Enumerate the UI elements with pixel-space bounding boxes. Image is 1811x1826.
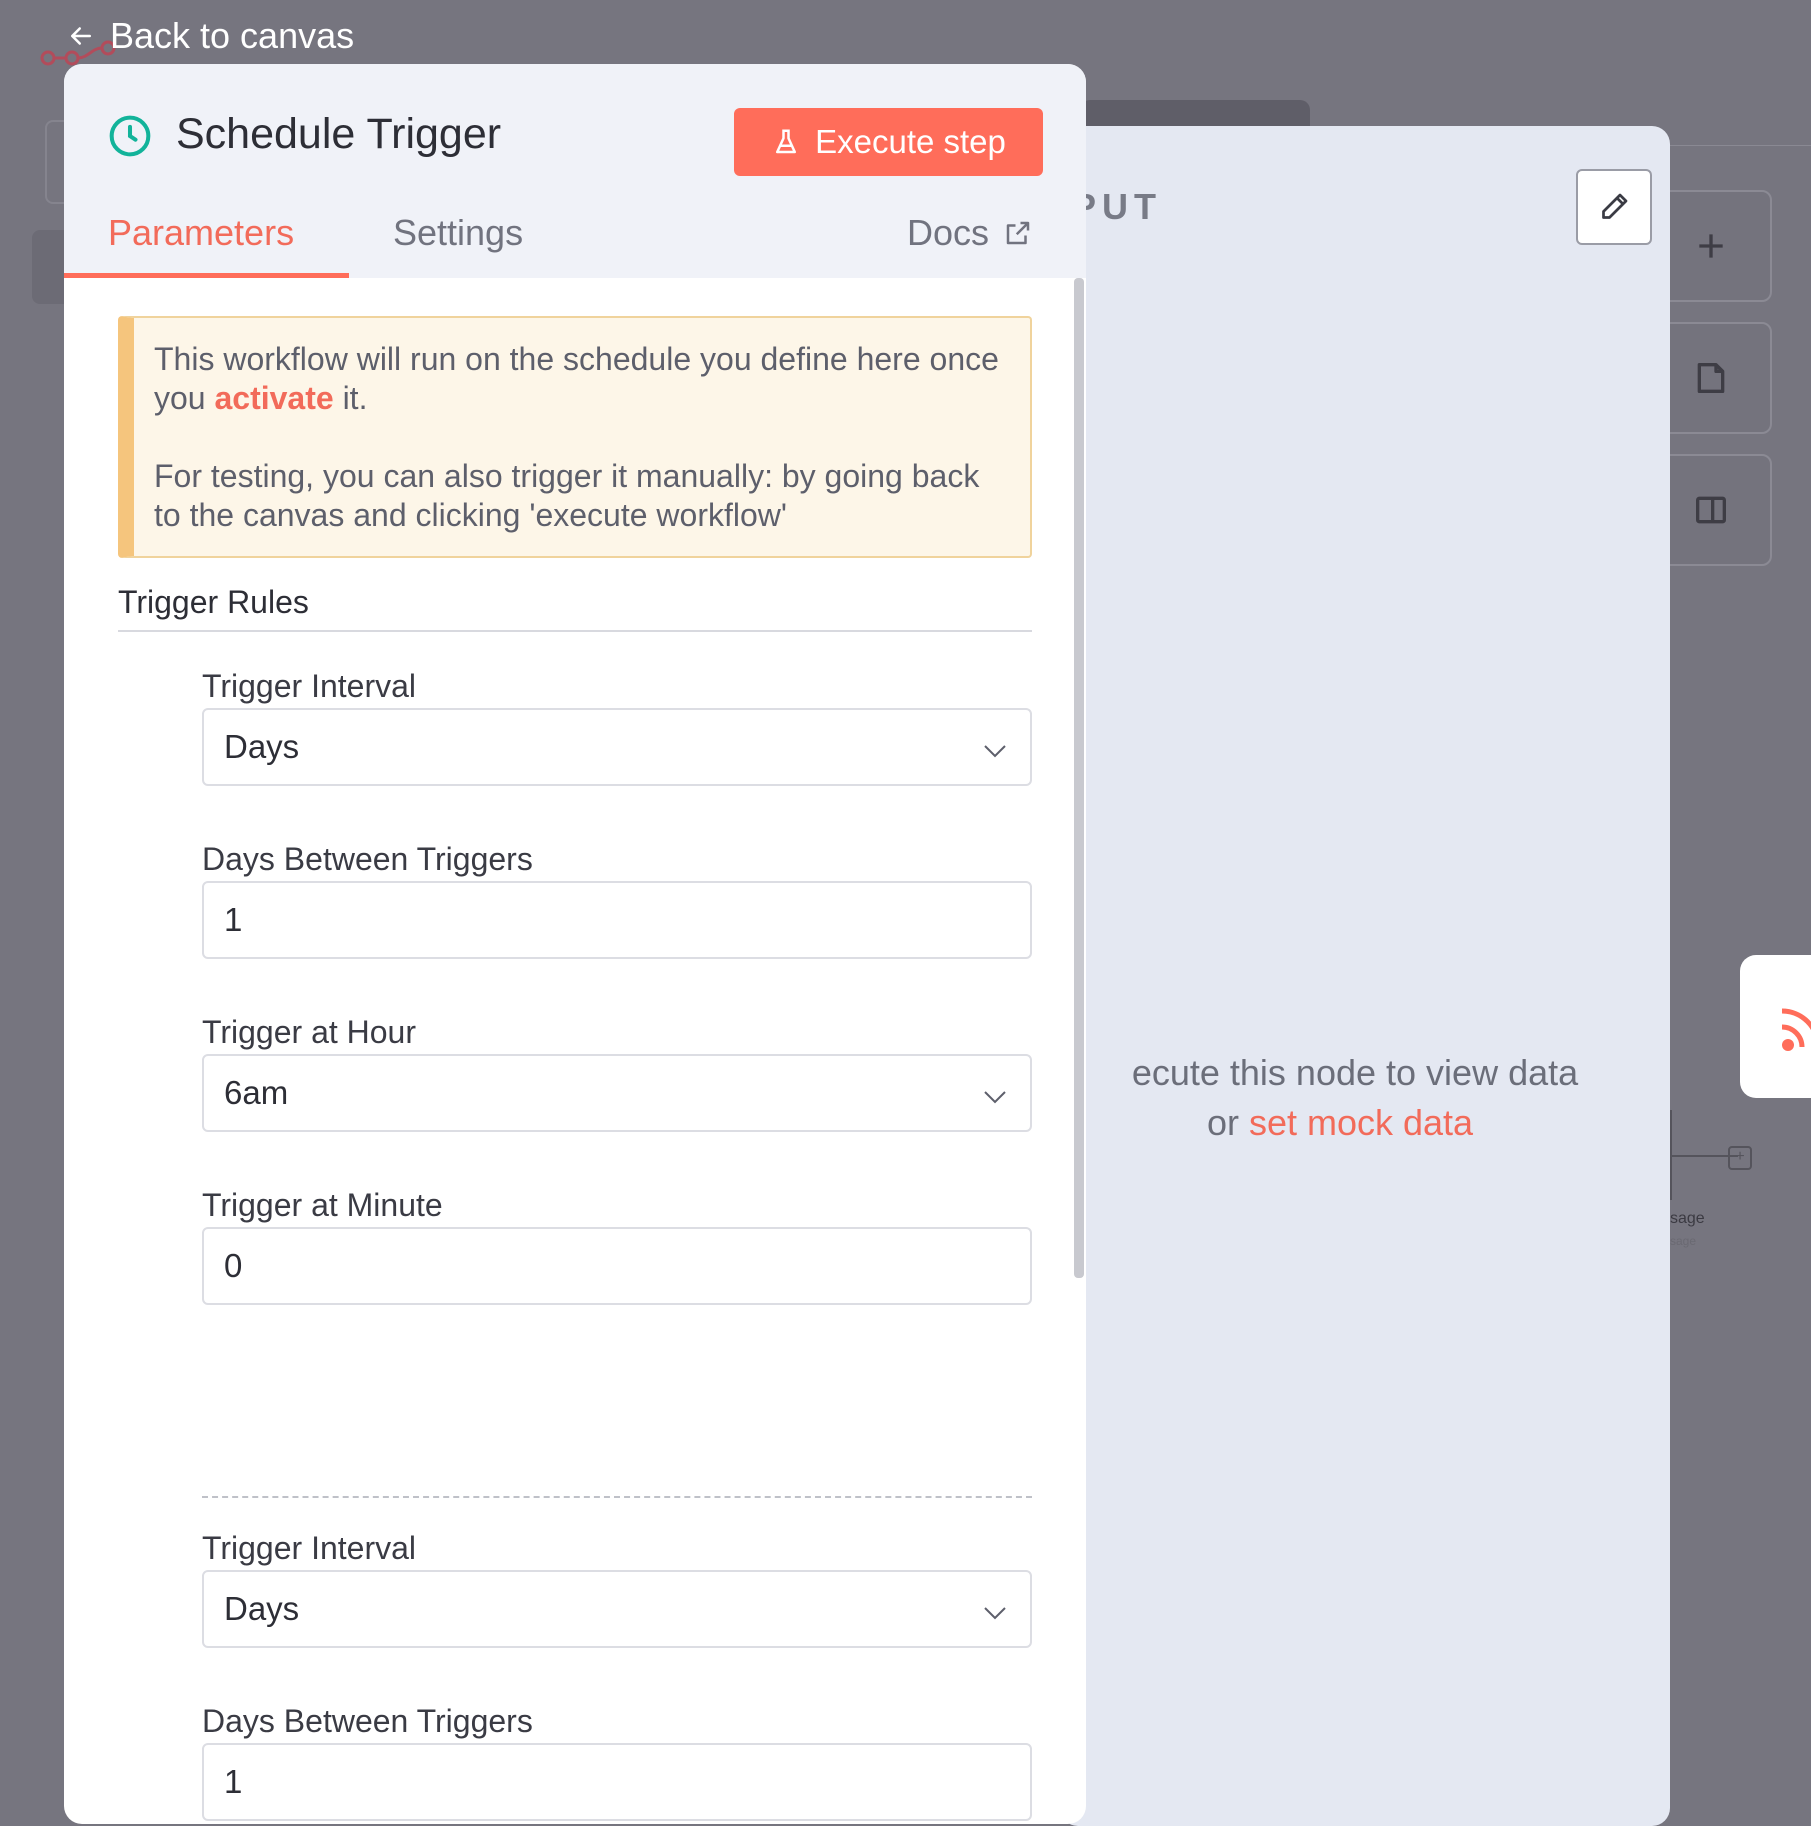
rss-icon	[1781, 1008, 1811, 1051]
clock-icon	[109, 115, 151, 157]
input-message-or: or	[1206, 1102, 1249, 1143]
rss-node[interactable]	[1740, 955, 1811, 1098]
node-label: sage	[1670, 1210, 1705, 1227]
days-between-triggers-label-2: Days Between Triggers	[202, 1703, 533, 1739]
trigger-at-hour-select[interactable]: 6am	[202, 1054, 1032, 1132]
rule-separator	[202, 1496, 1032, 1498]
trigger-interval-select-2[interactable]: Days	[202, 1570, 1032, 1648]
input-panel	[1060, 126, 1670, 1826]
chevron-down-icon	[984, 745, 1006, 758]
arrow-left-icon	[71, 27, 91, 45]
days-between-triggers-input-2[interactable]: 1	[202, 1743, 1032, 1821]
trigger-at-minute-input[interactable]: 0	[202, 1227, 1032, 1305]
tab-parameters[interactable]: Parameters	[108, 212, 294, 254]
canvas-divider	[1660, 145, 1811, 146]
days-between-triggers-value: 1	[224, 901, 243, 938]
trigger-interval-select[interactable]: Days	[202, 708, 1032, 786]
node-sublabel: sage	[1670, 1234, 1697, 1248]
docs-link[interactable]: Docs	[907, 212, 1033, 254]
execute-step-button[interactable]: Execute step	[734, 108, 1043, 176]
pencil-icon	[1602, 193, 1628, 219]
notice-text-end: it.	[333, 380, 368, 416]
days-between-triggers-input[interactable]: 1	[202, 881, 1032, 959]
trigger-at-hour-value: 6am	[224, 1074, 289, 1111]
trigger-rules-title: Trigger Rules	[118, 584, 309, 620]
notice-line-1: This workflow will run on the schedule y…	[154, 340, 1006, 418]
input-message-line: ecute this node to view data	[1131, 1052, 1579, 1093]
edit-output-button[interactable]	[1576, 169, 1652, 245]
days-between-triggers-value-2: 1	[224, 1763, 243, 1800]
add-node-icon[interactable]: +	[1728, 1146, 1752, 1170]
back-to-canvas-link[interactable]: Back to canvas	[66, 14, 354, 58]
flask-icon	[776, 129, 797, 154]
chevron-down-icon	[984, 1607, 1006, 1620]
note-icon	[1697, 363, 1725, 393]
input-empty-message: ecute this node to view data or set mock…	[1060, 1048, 1620, 1148]
trigger-interval-label: Trigger Interval	[202, 668, 416, 704]
parameters-body: This workflow will run on the schedule y…	[64, 278, 1086, 1824]
tab-settings[interactable]: Settings	[393, 212, 523, 254]
trigger-at-minute-value: 0	[224, 1247, 243, 1284]
trigger-interval-label-2: Trigger Interval	[202, 1530, 416, 1566]
trigger-interval-value: Days	[224, 728, 300, 765]
notice-line-2: For testing, you can also trigger it man…	[154, 458, 980, 533]
days-between-triggers-label: Days Between Triggers	[202, 841, 533, 877]
set-mock-data-link[interactable]: set mock data	[1249, 1102, 1473, 1143]
node-details-panel: Schedule Trigger Execute step Parameters…	[64, 64, 1086, 1824]
trigger-at-minute-label: Trigger at Minute	[202, 1187, 443, 1223]
trigger-interval-value-2: Days	[224, 1590, 300, 1627]
panel-icon	[1696, 496, 1726, 524]
node-details-header: Schedule Trigger Execute step Parameters…	[64, 64, 1086, 278]
activate-link[interactable]: activate	[214, 380, 333, 416]
node-title: Schedule Trigger	[176, 110, 502, 158]
section-divider	[118, 630, 1032, 632]
docs-label: Docs	[907, 212, 990, 253]
trigger-at-hour-label: Trigger at Hour	[202, 1014, 416, 1050]
back-to-canvas-label: Back to canvas	[110, 15, 355, 56]
execute-step-label: Execute step	[815, 123, 1006, 160]
panel-scrollbar[interactable]	[1074, 278, 1084, 1278]
plus-icon	[1699, 234, 1723, 258]
chevron-down-icon	[984, 1091, 1006, 1104]
schedule-notice: This workflow will run on the schedule y…	[118, 316, 1032, 558]
external-link-icon	[1006, 221, 1030, 245]
